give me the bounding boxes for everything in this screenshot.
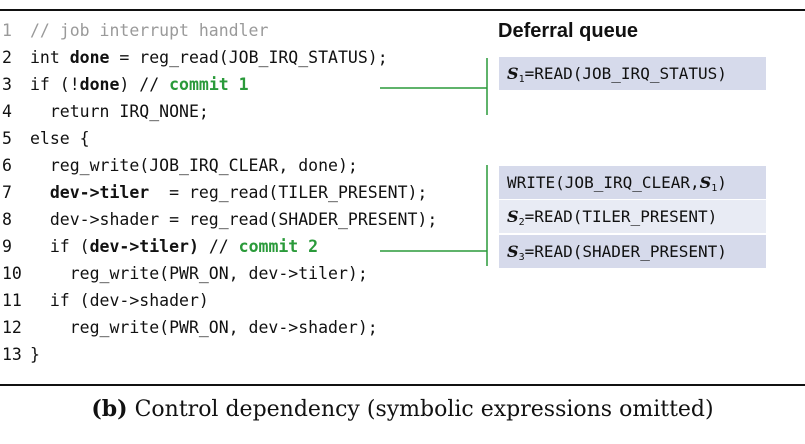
- bottom-rule: [0, 384, 805, 386]
- caption-label: (b): [91, 396, 128, 422]
- commit-2-connector: [380, 165, 488, 266]
- commit-connectors: [380, 58, 488, 266]
- figure-caption: (b) Control dependency (symbolic express…: [0, 396, 805, 422]
- caption-text: Control dependency (symbolic expressions…: [127, 397, 714, 422]
- commit-1-connector: [380, 58, 488, 115]
